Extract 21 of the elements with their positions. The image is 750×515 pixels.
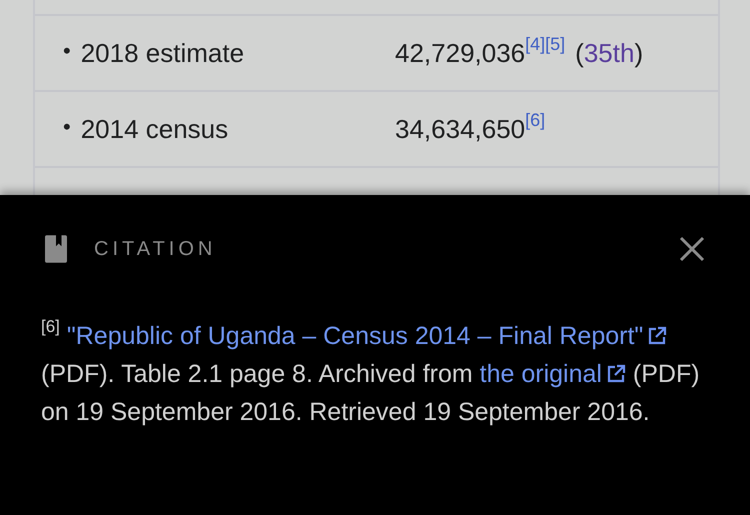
sheet-title: CITATION <box>94 238 218 260</box>
bullet: • <box>63 114 71 140</box>
external-link-icon <box>606 364 626 384</box>
original-link[interactable]: the original <box>480 360 626 388</box>
reference-link[interactable]: [6] <box>525 110 546 130</box>
citation-link[interactable]: "Republic of Uganda – Census 2014 – Final Report" <box>66 322 668 350</box>
rank-paren: ) <box>634 38 644 68</box>
row-label: 2018 estimate <box>80 38 244 68</box>
row-value: 34,634,650 <box>395 114 526 144</box>
row-value: 42,729,036 <box>395 38 526 68</box>
rank-paren: ( <box>575 38 584 68</box>
reference-link[interactable]: [4] <box>525 34 546 54</box>
bookmark-icon <box>45 235 67 263</box>
close-icon <box>679 236 705 262</box>
citation-text: $^{[6]}$ "Republic of Uganda – Census 2014 – Final Report" (PDF). Table 2.1 page 8. Archived from the original (PDF) on 19 September 2016. Retrieved 19 September 2016. <box>41 317 701 428</box>
close-button[interactable] <box>679 236 705 262</box>
external-link-icon <box>647 326 668 346</box>
row-label: 2014 census <box>80 114 228 144</box>
rank-link[interactable]: 35th <box>584 38 634 68</box>
bullet: • <box>63 38 71 64</box>
reference-link[interactable]: [5] <box>545 34 566 54</box>
